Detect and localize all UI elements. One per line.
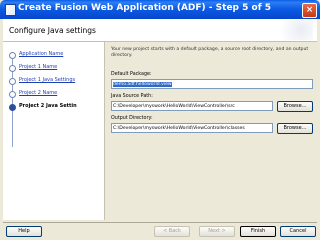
back-button[interactable]: < Back [154, 226, 190, 237]
nav-item-project-1-name[interactable]: Project 1 Name [3, 63, 104, 73]
nav-item-label[interactable]: Project 1 Java Settings [19, 77, 75, 83]
title-bar: Create Fusion Web Application (ADF) - St… [0, 0, 320, 19]
help-button[interactable]: Help [6, 226, 42, 237]
nav-item-project-2-java-settings[interactable]: Project 2 Java Settin [3, 102, 104, 112]
nav-item-project-2-name[interactable]: Project 2 Name [3, 89, 104, 99]
wizard-step-nav: Application Name Project 1 Name Project … [3, 42, 105, 220]
footer-divider [3, 222, 317, 223]
step-bullet-icon [9, 65, 16, 72]
step-bullet-icon [9, 52, 16, 59]
nav-item-project-1-java-settings[interactable]: Project 1 Java Settings [3, 76, 104, 86]
step-bullet-icon [9, 78, 16, 85]
window-title: Create Fusion Web Application (ADF) - St… [18, 3, 272, 13]
header-banner: Configure Java settings [3, 19, 317, 42]
step-description: Your new project starts with a default p… [111, 47, 309, 58]
java-source-path-label: Java Source Path: [111, 94, 153, 99]
output-directory-field[interactable]: C:\Developer\myswork\HelloWorld\ViewCont… [111, 123, 273, 133]
page-title: Configure Java settings [9, 26, 96, 35]
output-directory-label: Output Directory: [111, 116, 153, 121]
browse-output-button[interactable]: Browse... [277, 123, 313, 134]
content-panel: Your new project starts with a default p… [105, 42, 317, 220]
finish-button[interactable]: Finish [240, 226, 276, 237]
default-package-value: demo.adf.helloworld.view [113, 82, 172, 87]
nav-item-label[interactable]: Project 2 Name [19, 90, 57, 96]
step-bullet-icon [9, 91, 16, 98]
nav-item-application-name[interactable]: Application Name [3, 50, 104, 60]
browse-source-button[interactable]: Browse... [277, 101, 313, 112]
default-package-label: Default Package: [111, 72, 152, 77]
current-step-bullet-icon [9, 104, 16, 111]
cancel-button[interactable]: Cancel [280, 226, 316, 237]
nav-item-label-current: Project 2 Java Settin [19, 103, 77, 109]
java-source-path-field[interactable]: C:\Developer\myswork\HelloWorld\ViewCont… [111, 101, 273, 111]
header-art [273, 20, 313, 40]
app-icon [5, 4, 16, 16]
default-package-field[interactable]: demo.adf.helloworld.view [111, 79, 313, 89]
close-button[interactable]: × [302, 3, 317, 18]
nav-item-label[interactable]: Application Name [19, 51, 63, 57]
nav-item-label[interactable]: Project 1 Name [19, 64, 57, 70]
next-button[interactable]: Next > [199, 226, 235, 237]
